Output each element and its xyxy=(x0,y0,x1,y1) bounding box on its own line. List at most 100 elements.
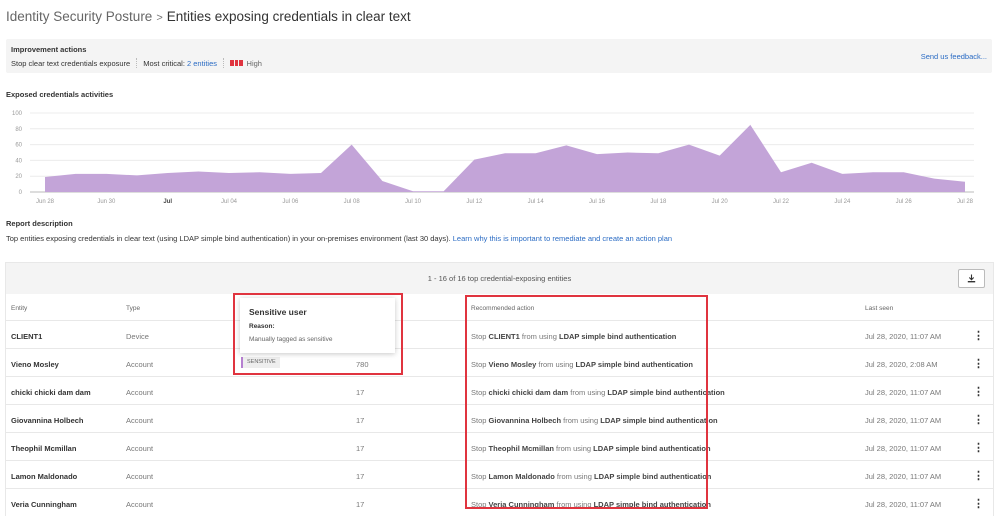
recommended-action: Stop chicki chicki dam dam from using LD… xyxy=(471,388,725,397)
table-row[interactable]: Theophil Mcmillan Account 17 Stop Theophil … xyxy=(6,433,993,461)
recommended-action: Stop Giovannina Holbech from using LDAP … xyxy=(471,416,718,425)
x-tick-label: Jul 16 xyxy=(589,199,606,205)
entity-name[interactable]: Giovannina Holbech xyxy=(11,416,84,425)
action-prefix: Stop xyxy=(471,500,487,509)
action-entity: Vieno Mosley xyxy=(488,360,537,369)
exposure-count: 17 xyxy=(356,500,365,509)
entity-type: Account xyxy=(126,444,154,453)
more-vertical-icon[interactable]: ⋮ xyxy=(973,357,984,370)
x-tick-label: Jul 08 xyxy=(344,199,361,205)
more-vertical-icon[interactable]: ⋮ xyxy=(973,329,984,342)
action-entity: CLIENT1 xyxy=(488,332,520,341)
entity-type: Device xyxy=(126,332,149,341)
action-entity: Theophil Mcmillan xyxy=(488,444,554,453)
column-header-type[interactable]: Type xyxy=(126,305,140,312)
action-suffix: LDAP simple bind authentication xyxy=(593,500,711,509)
entity-name[interactable]: Veria Cunningham xyxy=(11,500,77,509)
entity-type: Account xyxy=(126,360,154,369)
table-row[interactable]: Giovannina Holbech Account 17 Stop Giovanni… xyxy=(6,405,993,433)
results-count: 1 - 16 of 16 top credential-exposing ent… xyxy=(427,274,572,283)
action-prefix: Stop xyxy=(471,416,487,425)
y-tick-label: 100 xyxy=(12,111,23,117)
area-series[interactable] xyxy=(45,124,965,192)
table-row[interactable]: Lamon Maldonado Account 17 Stop Lamon Maldo… xyxy=(6,461,993,489)
table-row[interactable]: chicki chicki dam dam Account 17 Stop chick… xyxy=(6,377,993,405)
recommended-action: Stop Theophil Mcmillan from using LDAP s… xyxy=(471,444,711,453)
table-header-row: Entity Type Recommended action Last seen xyxy=(6,294,993,321)
report-description-text: Top entities exposing credentials in cle… xyxy=(6,234,451,243)
action-middle: from using xyxy=(556,500,592,509)
table-row[interactable]: Vieno Mosley Account SENSITIVE 780 Stop Vien… xyxy=(6,349,993,377)
column-header-last-seen[interactable]: Last seen xyxy=(865,305,893,312)
last-seen: Jul 28, 2020, 11:07 AM xyxy=(865,500,942,509)
x-tick-label: Jun 30 xyxy=(97,199,116,205)
action-middle: from using xyxy=(570,388,606,397)
recommended-action: Stop Vieno Mosley from using LDAP simple… xyxy=(471,360,693,369)
entity-name[interactable]: chicki chicki dam dam xyxy=(11,388,91,397)
last-seen: Jul 28, 2020, 11:07 AM xyxy=(865,416,942,425)
action-prefix: Stop xyxy=(471,360,487,369)
recommended-action: Stop CLIENT1 from using LDAP simple bind… xyxy=(471,332,676,341)
entity-name[interactable]: Theophil Mcmillan xyxy=(11,444,76,453)
action-suffix: LDAP simple bind authentication xyxy=(593,444,711,453)
exposure-count: 17 xyxy=(356,472,365,481)
improvement-actions-panel: Improvement actions Stop clear text cred… xyxy=(6,39,992,73)
more-vertical-icon[interactable]: ⋮ xyxy=(973,497,984,510)
column-header-recommended-action[interactable]: Recommended action xyxy=(471,305,534,312)
action-entity: Giovannina Holbech xyxy=(488,416,562,425)
action-prefix: Stop xyxy=(471,472,487,481)
action-entity: Lamon Maldonado xyxy=(488,472,555,481)
improvement-action-row: Stop clear text credentials exposure Mos… xyxy=(11,58,262,68)
x-tick-label: Jul 18 xyxy=(650,199,667,205)
entity-type: Account xyxy=(126,416,154,425)
action-entity: chicki chicki dam dam xyxy=(488,388,569,397)
more-vertical-icon[interactable]: ⋮ xyxy=(973,441,984,454)
entity-type: Account xyxy=(126,388,154,397)
exposed-credentials-chart: 0 20 40 60 80 100 Jun 28 Jun 30 Jul Jul 04 Jul 06 J… xyxy=(12,111,974,205)
column-header-entity[interactable]: Entity xyxy=(11,305,27,312)
breadcrumb-root[interactable]: Identity Security Posture xyxy=(6,9,152,24)
chart-title: Exposed credentials activities xyxy=(6,90,114,99)
x-tick-label: Jul 24 xyxy=(834,199,851,205)
severity-bars-icon xyxy=(230,60,243,66)
last-seen: Jul 28, 2020, 11:07 AM xyxy=(865,332,942,341)
most-critical-entities-link[interactable]: 2 entities xyxy=(187,59,217,68)
improvement-actions-label: Improvement actions xyxy=(11,45,87,54)
send-feedback-link[interactable]: Send us feedback... xyxy=(921,52,987,61)
more-vertical-icon[interactable]: ⋮ xyxy=(973,469,984,482)
y-tick-label: 0 xyxy=(19,190,23,196)
y-tick-label: 80 xyxy=(15,127,22,133)
x-tick-label: Jul 28 xyxy=(957,199,974,205)
table-row[interactable]: Veria Cunningham Account 17 Stop Veria Cunn… xyxy=(6,489,993,516)
action-prefix: Stop xyxy=(471,444,487,453)
sensitive-tag[interactable]: SENSITIVE xyxy=(241,357,280,368)
entities-table: 1 - 16 of 16 top credential-exposing ent… xyxy=(5,262,994,516)
action-middle: from using xyxy=(563,416,599,425)
entity-name[interactable]: Vieno Mosley xyxy=(11,360,59,369)
action-suffix: LDAP simple bind authentication xyxy=(559,332,677,341)
table-body: CLIENT1 Device Stop CLIENT1 from using LDA… xyxy=(6,321,993,516)
x-tick-label: Jun 28 xyxy=(36,199,55,205)
divider xyxy=(136,58,138,68)
download-button[interactable] xyxy=(958,269,985,288)
table-row[interactable]: CLIENT1 Device Stop CLIENT1 from using LDA… xyxy=(6,321,993,349)
report-description: Top entities exposing credentials in cle… xyxy=(6,234,672,243)
y-tick-label: 40 xyxy=(15,158,22,164)
download-icon xyxy=(967,274,976,283)
exposure-count: 17 xyxy=(356,388,365,397)
learn-more-link[interactable]: Learn why this is important to remediate… xyxy=(453,234,672,243)
last-seen: Jul 28, 2020, 11:07 AM xyxy=(865,388,942,397)
x-tick-label: Jul 06 xyxy=(282,199,299,205)
action-entity: Veria Cunningham xyxy=(488,500,555,509)
action-middle: from using xyxy=(521,332,557,341)
x-tick-label: Jul 04 xyxy=(221,199,238,205)
entity-type: Account xyxy=(126,500,154,509)
more-vertical-icon[interactable]: ⋮ xyxy=(973,385,984,398)
entity-name[interactable]: Lamon Maldonado xyxy=(11,472,77,481)
y-tick-label: 20 xyxy=(15,174,22,180)
action-prefix: Stop xyxy=(471,388,487,397)
action-middle: from using xyxy=(556,472,592,481)
last-seen: Jul 28, 2020, 11:07 AM xyxy=(865,472,942,481)
more-vertical-icon[interactable]: ⋮ xyxy=(973,413,984,426)
entity-name[interactable]: CLIENT1 xyxy=(11,332,42,341)
